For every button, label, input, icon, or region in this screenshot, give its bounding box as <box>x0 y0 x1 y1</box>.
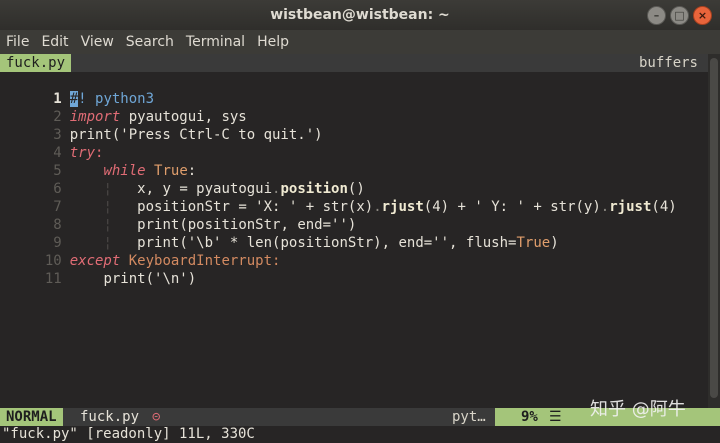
readonly-icon: ⊝ <box>152 409 161 425</box>
code-line: 4 try: <box>0 126 103 161</box>
status-filetype: pyt… <box>452 409 486 425</box>
method-name: rjust <box>609 199 652 215</box>
status-filename: fuck.py <box>80 409 140 425</box>
code-line: 5 while True: <box>0 144 196 179</box>
window-controls: – □ × <box>647 6 712 25</box>
mode-indicator: NORMAL <box>0 408 63 426</box>
buffers-label: buffers <box>638 55 698 71</box>
menu-bar: File Edit View Search Terminal Help <box>0 30 720 54</box>
code-text: print('\n') <box>103 271 197 287</box>
code-text: (4) + ' Y: ' + str(y) <box>423 199 601 215</box>
watermark: 知乎 @阿牛 <box>590 399 686 420</box>
code-line: 2 import pyautogui, sys <box>0 90 246 125</box>
vim-tabline: fuck.py buffers <box>0 54 720 72</box>
bool-true: True <box>516 235 551 251</box>
line-number: 11 <box>44 271 62 287</box>
code-text: (4) <box>651 199 677 215</box>
close-icon[interactable]: × <box>693 6 712 25</box>
window-title: wistbean@wistbean: ~ <box>270 7 450 23</box>
menu-file[interactable]: File <box>0 34 35 50</box>
code-text: ) <box>550 235 559 251</box>
code-line: 11 print('\n') <box>0 252 196 287</box>
code-line: 3 print('Press Ctrl-C to quit.') <box>0 108 322 143</box>
menu-search[interactable]: Search <box>120 34 180 50</box>
command-line[interactable]: "fuck.py" [readonly] 11L, 330C <box>0 426 720 443</box>
status-percent: 9% <box>521 409 538 425</box>
code-dot: . <box>600 199 610 215</box>
tab-fuck-py[interactable]: fuck.py <box>0 54 72 72</box>
lines-icon: ☰ <box>549 409 562 425</box>
code-line: 6 ¦ x, y = pyautogui.position() <box>0 162 364 197</box>
code-line: 1 #! python3 <box>0 72 154 107</box>
code-line: 9 ¦ print('\b' * len(positionStr), end='… <box>0 216 558 251</box>
code-line: 10 except KeyboardInterrupt: <box>0 234 281 269</box>
method-name: rjust <box>381 199 424 215</box>
menu-view[interactable]: View <box>75 34 120 50</box>
maximize-icon[interactable]: □ <box>670 6 689 25</box>
menu-terminal[interactable]: Terminal <box>180 34 251 50</box>
code-dot: . <box>373 199 382 215</box>
minimize-icon[interactable]: – <box>647 6 666 25</box>
scrollbar-thumb[interactable] <box>710 58 718 398</box>
scrollbar[interactable] <box>708 54 720 408</box>
code-line: 8 ¦ print(positionStr, end='') <box>0 198 356 233</box>
menu-edit[interactable]: Edit <box>35 34 74 50</box>
menu-help[interactable]: Help <box>251 34 295 50</box>
code-line: 7 ¦ positionStr = 'X: ' + str(x).rjust(4… <box>0 180 676 215</box>
code-text: print('Press Ctrl-C to quit.') <box>69 127 323 143</box>
editor-pane[interactable]: 1 #! python3 2 import pyautogui, sys 3 prin… <box>0 72 708 408</box>
window-titlebar: wistbean@wistbean: ~ – □ × <box>0 0 720 30</box>
